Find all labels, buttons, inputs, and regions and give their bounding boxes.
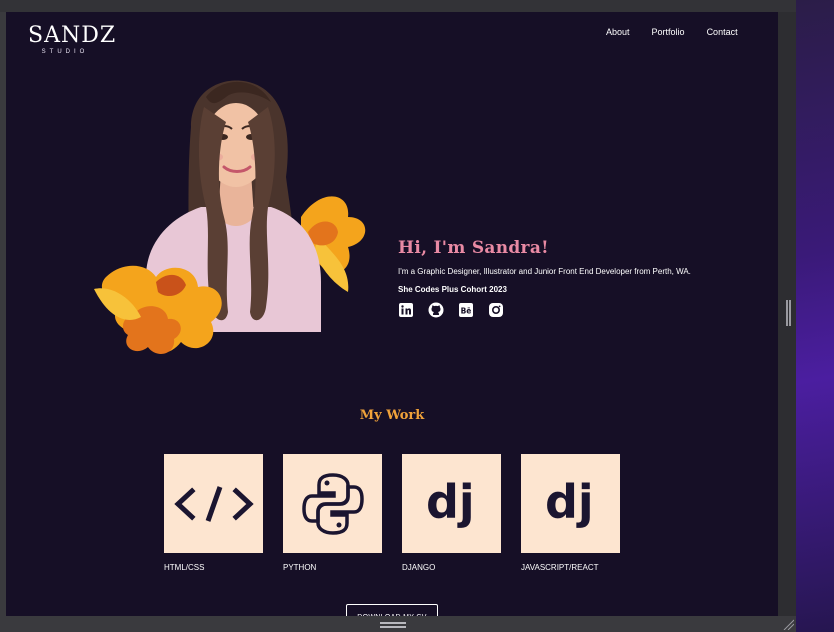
desktop-background: [796, 0, 834, 632]
work-card-html-css[interactable]: HTML/CSS: [164, 454, 263, 572]
django-icon: dj: [426, 475, 475, 529]
my-work-heading: My Work: [359, 408, 425, 423]
work-card-django[interactable]: dj DJANGO: [402, 454, 501, 572]
card-tile: dj: [521, 454, 620, 553]
card-tile: [283, 454, 382, 553]
window-top-strip: [0, 0, 796, 12]
hero-section: Hi, I'm Sandra! I'm a Graphic Designer, …: [398, 238, 768, 318]
hero-description: I'm a Graphic Designer, Illustrator and …: [398, 267, 691, 276]
logo-subtitle: STUDIO: [41, 49, 89, 55]
linkedin-icon[interactable]: [398, 302, 414, 318]
horizontal-resize-handle[interactable]: [380, 622, 406, 628]
github-icon[interactable]: [428, 302, 444, 318]
hero-cohort: She Codes Plus Cohort 2023: [398, 285, 507, 294]
nav-link-about[interactable]: About: [606, 27, 630, 37]
website-viewport: SANDZ STUDIO About Portfolio Contact Hi,…: [6, 12, 778, 616]
logo-wordmark: SANDZ: [28, 23, 117, 48]
card-tile: [164, 454, 263, 553]
nav-link-portfolio[interactable]: Portfolio: [652, 27, 685, 37]
resize-grip-icon[interactable]: [782, 618, 794, 630]
card-label: PYTHON: [283, 563, 317, 572]
card-label: JAVASCRIPT/REACT: [521, 563, 599, 572]
work-cards: HTML/CSS PYTHON dj DJANGO dj JAVASCRIPT/…: [164, 454, 620, 572]
card-label: DJANGO: [402, 563, 436, 572]
code-icon: [173, 485, 254, 522]
python-icon: [301, 472, 364, 535]
portrait-illustration: [94, 80, 366, 354]
site-logo[interactable]: SANDZ STUDIO: [28, 23, 117, 56]
hero-title: Hi, I'm Sandra!: [398, 238, 549, 258]
work-card-python[interactable]: PYTHON: [283, 454, 382, 572]
svg-text:Bē: Bē: [461, 307, 472, 316]
behance-icon[interactable]: Bē: [458, 302, 474, 318]
card-label: HTML/CSS: [164, 563, 205, 572]
download-cv-button[interactable]: DOWNLOAD MY CV: [346, 604, 438, 616]
main-nav: About Portfolio Contact: [606, 27, 760, 37]
work-card-javascript-react[interactable]: dj JAVASCRIPT/REACT: [521, 454, 620, 572]
card-tile: dj: [402, 454, 501, 553]
django-icon: dj: [545, 475, 594, 529]
svg-text:dj: dj: [545, 475, 594, 529]
social-links: Bē: [398, 302, 768, 318]
vertical-resize-handle[interactable]: [786, 300, 791, 326]
svg-text:dj: dj: [426, 475, 475, 529]
instagram-icon[interactable]: [488, 302, 504, 318]
nav-link-contact[interactable]: Contact: [707, 27, 738, 37]
